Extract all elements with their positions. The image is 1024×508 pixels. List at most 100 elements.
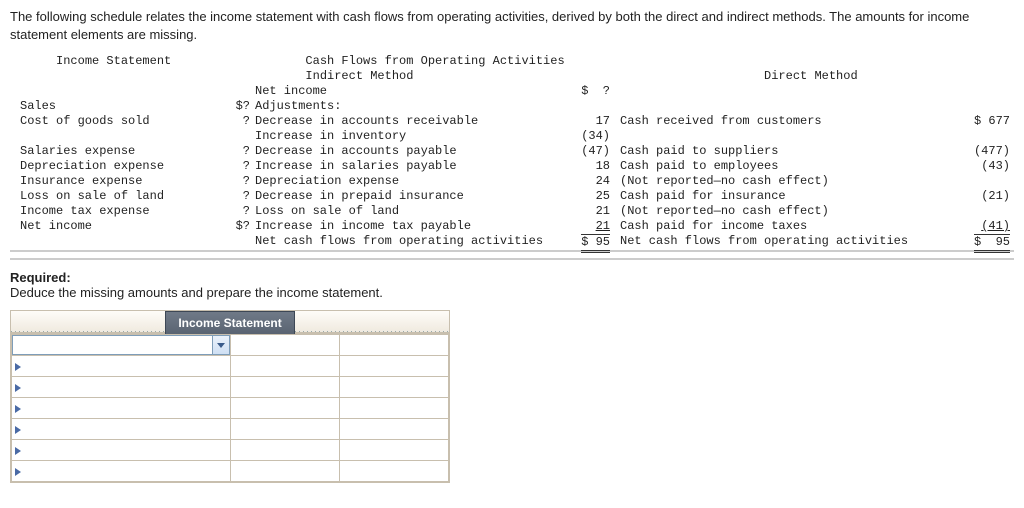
indirect-line: Decrease in accounts receivable: [255, 114, 478, 128]
direct-line: Cash paid to suppliers: [620, 144, 778, 158]
direct-value: (43): [981, 159, 1010, 173]
amount-cell[interactable]: [230, 335, 339, 356]
is-row-value: ?: [243, 189, 250, 203]
indirect-value: 25: [596, 189, 610, 203]
amount-cell[interactable]: [230, 461, 339, 482]
answer-area: Income Statement: [10, 310, 450, 483]
triangle-icon: [15, 468, 21, 476]
item-cell[interactable]: [12, 356, 231, 377]
is-row-label: Insurance expense: [20, 174, 142, 188]
table-row: [12, 398, 449, 419]
divider: [10, 258, 1014, 260]
amount-cell[interactable]: [339, 461, 448, 482]
is-row-value: $?: [236, 99, 250, 113]
amount-cell[interactable]: [339, 377, 448, 398]
indirect-value: (47): [581, 144, 610, 158]
amount-cell[interactable]: [339, 440, 448, 461]
is-row-label: Salaries expense: [20, 144, 135, 158]
is-row-label: Loss on sale of land: [20, 189, 164, 203]
indirect-value: $ 95: [581, 234, 610, 253]
table-row: [12, 419, 449, 440]
direct-line: Cash paid to employees: [620, 159, 778, 173]
is-row-value: ?: [243, 114, 250, 128]
item-dropdown-cell[interactable]: [12, 335, 231, 356]
amount-cell[interactable]: [339, 419, 448, 440]
income-statement-heading: Income Statement: [20, 54, 171, 68]
tab-income-statement[interactable]: Income Statement: [165, 311, 294, 334]
required-text: Deduce the missing amounts and prepare t…: [10, 285, 383, 300]
is-row-label: Net income: [20, 219, 92, 233]
indirect-value: 24: [596, 174, 610, 188]
indirect-line: Increase in salaries payable: [255, 159, 457, 173]
direct-line: Cash paid for insurance: [620, 189, 786, 203]
indirect-value: 18: [596, 159, 610, 173]
indirect-value: 21: [596, 219, 610, 233]
indirect-line: Net income: [255, 84, 327, 98]
amount-cell[interactable]: [230, 440, 339, 461]
indirect-value: 17: [596, 114, 610, 128]
amount-cell[interactable]: [339, 335, 448, 356]
item-cell[interactable]: [12, 377, 231, 398]
tab-strip: [11, 310, 165, 333]
is-row-value: ?: [243, 174, 250, 188]
direct-value: (41): [981, 219, 1010, 233]
direct-value: $ 677: [974, 114, 1010, 128]
amount-cell[interactable]: [230, 419, 339, 440]
triangle-icon: [15, 384, 21, 392]
is-row-label: Cost of goods sold: [20, 114, 150, 128]
triangle-icon: [15, 363, 21, 371]
cashflows-heading: Cash Flows from Operating Activities: [255, 54, 565, 68]
is-row-value: $?: [236, 219, 250, 233]
direct-line: (Not reported—no cash effect): [620, 174, 829, 188]
income-statement-grid: [11, 334, 449, 482]
triangle-icon: [15, 447, 21, 455]
required-heading: Required:: [10, 270, 71, 285]
indirect-line: Adjustments:: [255, 99, 341, 113]
is-row-value: ?: [243, 159, 250, 173]
triangle-icon: [15, 405, 21, 413]
direct-line: Net cash flows from operating activities: [620, 234, 908, 248]
table-row: [12, 356, 449, 377]
direct-value: (477): [974, 144, 1010, 158]
table-row: [12, 335, 449, 356]
indirect-value: (34): [581, 129, 610, 143]
item-cell[interactable]: [12, 461, 231, 482]
indirect-line: Decrease in accounts payable: [255, 144, 457, 158]
item-cell[interactable]: [12, 440, 231, 461]
item-cell[interactable]: [12, 419, 231, 440]
triangle-icon: [15, 426, 21, 434]
is-row-label: Income tax expense: [20, 204, 150, 218]
indirect-line: Decrease in prepaid insurance: [255, 189, 464, 203]
dropdown-button[interactable]: [212, 335, 230, 355]
direct-line: Cash paid for income taxes: [620, 219, 807, 233]
direct-line: (Not reported—no cash effect): [620, 204, 829, 218]
is-row-value: ?: [243, 144, 250, 158]
amount-cell[interactable]: [339, 356, 448, 377]
indirect-line: Increase in inventory: [255, 129, 406, 143]
is-row-label: Sales: [20, 99, 56, 113]
required-block: Required: Deduce the missing amounts and…: [10, 270, 1014, 300]
direct-line: Cash received from customers: [620, 114, 822, 128]
is-row-label: Depreciation expense: [20, 159, 164, 173]
problem-intro: The following schedule relates the incom…: [10, 8, 1014, 44]
direct-value: $ 95: [974, 234, 1010, 253]
direct-heading: Direct Method: [620, 69, 858, 83]
indirect-heading: Indirect Method: [255, 69, 413, 83]
indirect-line: Net cash flows from operating activities: [255, 234, 543, 248]
is-row-value: ?: [243, 204, 250, 218]
indirect-value: 21: [596, 204, 610, 218]
tab-strip: [295, 310, 449, 333]
amount-cell[interactable]: [230, 377, 339, 398]
item-cell[interactable]: [12, 398, 231, 419]
indirect-line: Loss on sale of land: [255, 204, 399, 218]
indirect-line: Depreciation expense: [255, 174, 399, 188]
amount-cell[interactable]: [230, 398, 339, 419]
amount-cell[interactable]: [230, 356, 339, 377]
table-row: [12, 440, 449, 461]
amount-cell[interactable]: [339, 398, 448, 419]
table-row: [12, 461, 449, 482]
table-row: [12, 377, 449, 398]
schedule: Income Statement Sales Cost of goods sol…: [10, 54, 1014, 252]
dropdown-text[interactable]: [12, 335, 212, 355]
direct-value: (21): [981, 189, 1010, 203]
